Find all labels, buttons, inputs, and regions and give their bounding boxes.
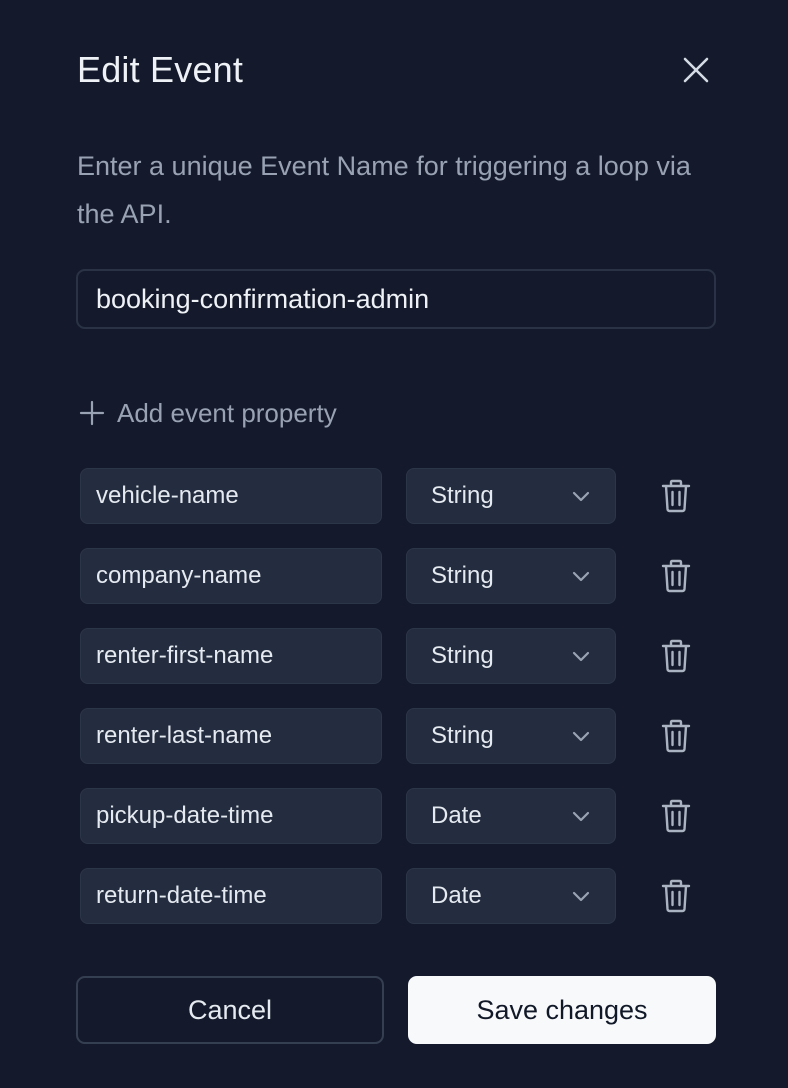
property-name-input[interactable] — [80, 708, 382, 764]
delete-property-button[interactable] — [656, 876, 696, 916]
chevron-down-icon — [571, 566, 591, 586]
property-type-select[interactable]: Date — [406, 868, 616, 924]
property-name-input[interactable] — [80, 468, 382, 524]
property-row: Date — [80, 788, 720, 844]
property-type-value: String — [431, 722, 494, 749]
dialog-description: Enter a unique Event Name for triggering… — [77, 151, 691, 229]
property-row: String — [80, 548, 720, 604]
delete-property-button[interactable] — [656, 636, 696, 676]
add-event-property-button[interactable]: Add event property — [78, 392, 337, 434]
trash-icon — [661, 559, 691, 593]
property-row: String — [80, 628, 720, 684]
property-row: Date — [80, 868, 720, 924]
property-type-select[interactable]: String — [406, 708, 616, 764]
property-name-input[interactable] — [80, 628, 382, 684]
edit-event-dialog: Edit Event Enter a unique Event Name for… — [0, 0, 788, 1088]
delete-property-button[interactable] — [656, 476, 696, 516]
save-changes-button[interactable]: Save changes — [408, 976, 716, 1044]
chevron-down-icon — [571, 646, 591, 666]
plus-icon — [78, 399, 106, 427]
delete-property-button[interactable] — [656, 556, 696, 596]
close-button[interactable] — [676, 50, 716, 90]
property-type-value: String — [431, 642, 494, 669]
trash-icon — [661, 639, 691, 673]
trash-icon — [661, 879, 691, 913]
property-type-select[interactable]: Date — [406, 788, 616, 844]
property-type-value: String — [431, 482, 494, 509]
event-name-input[interactable] — [76, 269, 716, 329]
property-type-value: Date — [431, 802, 482, 829]
chevron-down-icon — [571, 806, 591, 826]
property-name-input[interactable] — [80, 548, 382, 604]
delete-property-button[interactable] — [656, 796, 696, 836]
add-event-property-label: Add event property — [117, 397, 337, 428]
chevron-down-icon — [571, 486, 591, 506]
property-type-value: Date — [431, 882, 482, 909]
trash-icon — [661, 479, 691, 513]
trash-icon — [661, 799, 691, 833]
chevron-down-icon — [571, 886, 591, 906]
property-row: String — [80, 468, 720, 524]
property-type-select[interactable]: String — [406, 468, 616, 524]
close-icon — [683, 57, 709, 83]
property-row: String — [80, 708, 720, 764]
chevron-down-icon — [571, 726, 591, 746]
property-name-input[interactable] — [80, 868, 382, 924]
trash-icon — [661, 719, 691, 753]
property-name-input[interactable] — [80, 788, 382, 844]
property-type-select[interactable]: String — [406, 548, 616, 604]
cancel-button[interactable]: Cancel — [76, 976, 384, 1044]
property-type-select[interactable]: String — [406, 628, 616, 684]
property-type-value: String — [431, 562, 494, 589]
dialog-title: Edit Event — [77, 49, 244, 90]
delete-property-button[interactable] — [656, 716, 696, 756]
